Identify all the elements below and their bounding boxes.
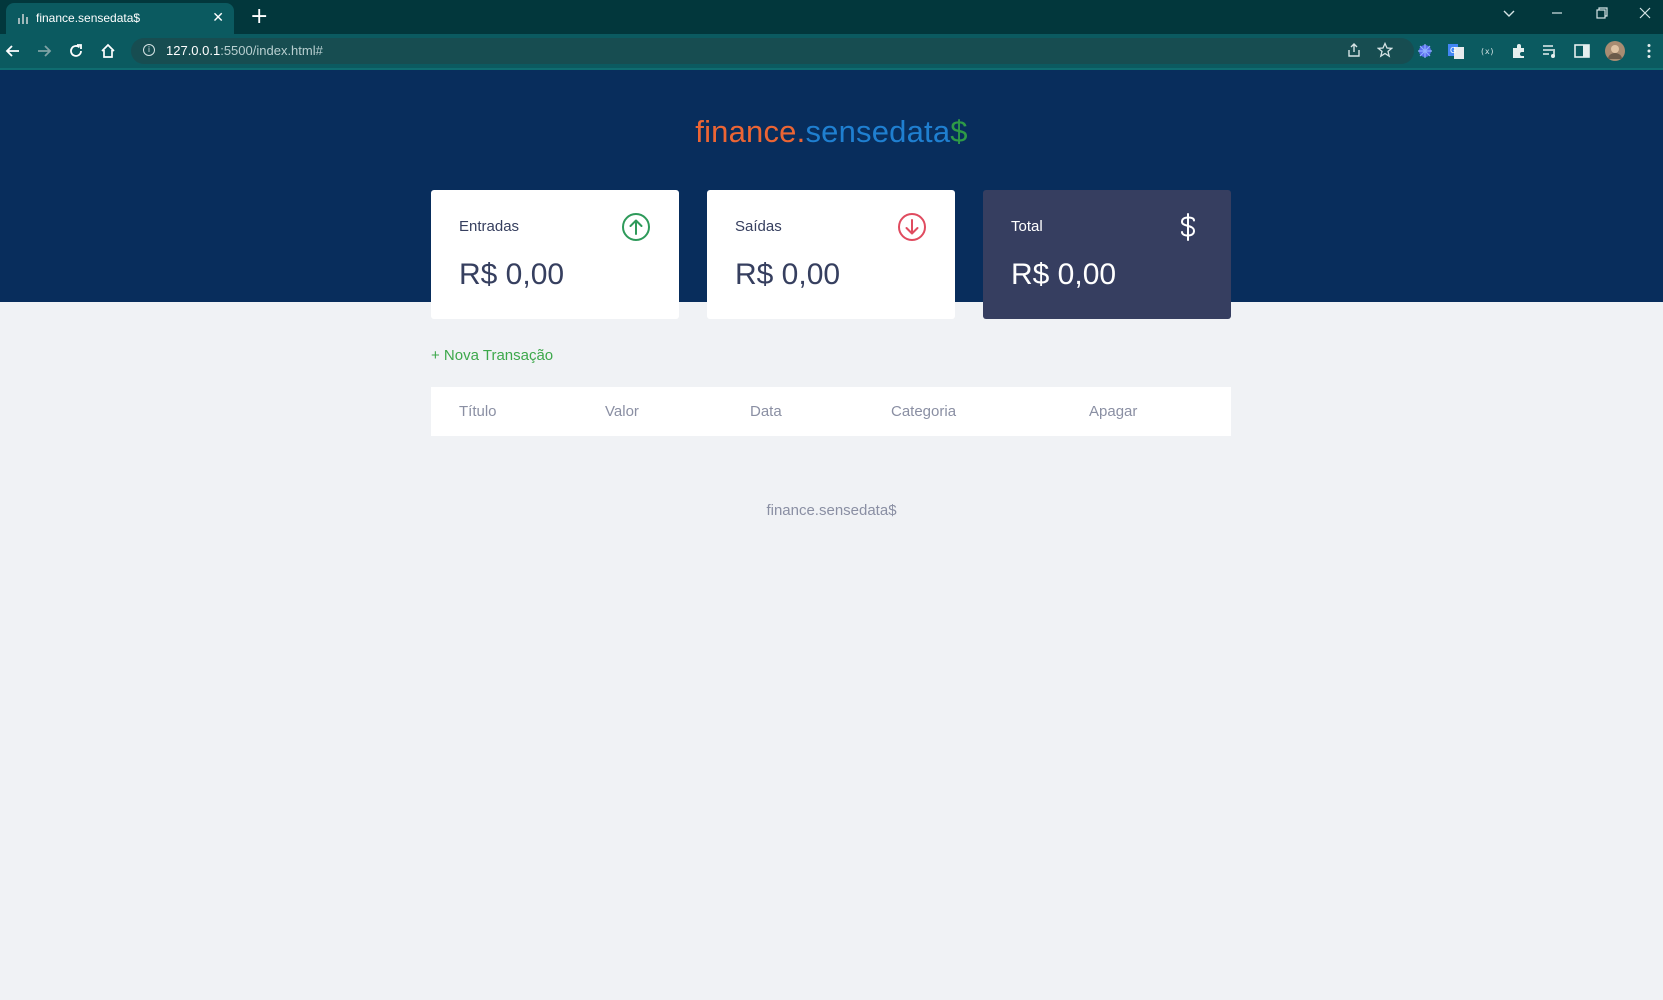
- income-label: Entradas: [459, 218, 520, 235]
- address-url[interactable]: 127.0.0.1:5500/index.html#: [166, 43, 323, 58]
- column-header-value: Valor: [605, 403, 639, 420]
- footer-text: finance.sensedata$: [766, 502, 897, 519]
- svg-text:G: G: [1450, 46, 1456, 55]
- reload-icon[interactable]: [67, 42, 85, 60]
- new-tab-button[interactable]: +: [250, 4, 268, 30]
- expense-label: Saídas: [735, 218, 782, 235]
- more-menu-icon[interactable]: [1640, 42, 1658, 60]
- column-header-category: Categoria: [891, 403, 957, 420]
- chart-favicon-icon: [18, 14, 28, 24]
- app-logo: finance.sensedata$: [695, 114, 968, 149]
- home-icon[interactable]: [99, 42, 117, 60]
- browser-toolbar: i 127.0.0.1:5500/index.html# G (x): [0, 34, 1663, 70]
- address-bar[interactable]: i 127.0.0.1:5500/index.html#: [131, 38, 1414, 64]
- new-transaction-link[interactable]: + Nova Transação: [431, 347, 553, 364]
- site-info-icon[interactable]: i: [143, 44, 155, 56]
- browser-tabstrip: finance.sensedata$ ✕ +: [0, 0, 1663, 34]
- expense-value: R$ 0,00: [735, 258, 841, 291]
- profile-avatar[interactable]: [1605, 41, 1625, 61]
- column-header-delete: Apagar: [1089, 403, 1138, 420]
- total-label: Total: [1011, 218, 1043, 235]
- side-panel-icon[interactable]: [1573, 42, 1591, 60]
- arrow-down-circle-icon: [897, 212, 927, 242]
- tab-search-icon[interactable]: [1502, 6, 1516, 25]
- expense-card: Saídas R$ 0,00: [707, 190, 955, 319]
- column-header-title: Título: [459, 403, 497, 420]
- minimize-icon[interactable]: [1550, 6, 1564, 25]
- income-card: Entradas R$ 0,00: [431, 190, 679, 319]
- translate-icon[interactable]: G: [1447, 42, 1465, 60]
- extension-icon[interactable]: (x): [1478, 42, 1496, 60]
- share-icon[interactable]: [1345, 42, 1363, 60]
- svg-text:(x): (x): [1480, 47, 1494, 56]
- column-header-date: Data: [750, 403, 782, 420]
- puzzle-icon[interactable]: [1510, 42, 1528, 60]
- tab-title: finance.sensedata$: [36, 11, 141, 25]
- close-window-icon[interactable]: [1638, 6, 1652, 25]
- dollar-sign-icon: [1173, 212, 1203, 242]
- transactions-table: Título Valor Data Categoria Apagar: [431, 387, 1231, 436]
- restore-icon[interactable]: [1595, 6, 1609, 25]
- arrow-up-circle-icon: [621, 212, 651, 242]
- media-queue-icon[interactable]: [1541, 42, 1559, 60]
- page-content: finance.sensedata$ Entradas R$ 0,00 Saíd…: [0, 70, 1663, 1000]
- tab-close-icon[interactable]: ✕: [212, 10, 224, 26]
- bookmark-star-icon[interactable]: [1376, 41, 1394, 60]
- back-icon[interactable]: [4, 42, 22, 60]
- total-card: Total R$ 0,00: [983, 190, 1231, 319]
- income-value: R$ 0,00: [459, 258, 565, 291]
- forward-icon[interactable]: [35, 42, 53, 60]
- total-value: R$ 0,00: [1011, 258, 1117, 291]
- extension-icon[interactable]: [1416, 42, 1434, 60]
- browser-tab[interactable]: finance.sensedata$ ✕: [6, 3, 234, 34]
